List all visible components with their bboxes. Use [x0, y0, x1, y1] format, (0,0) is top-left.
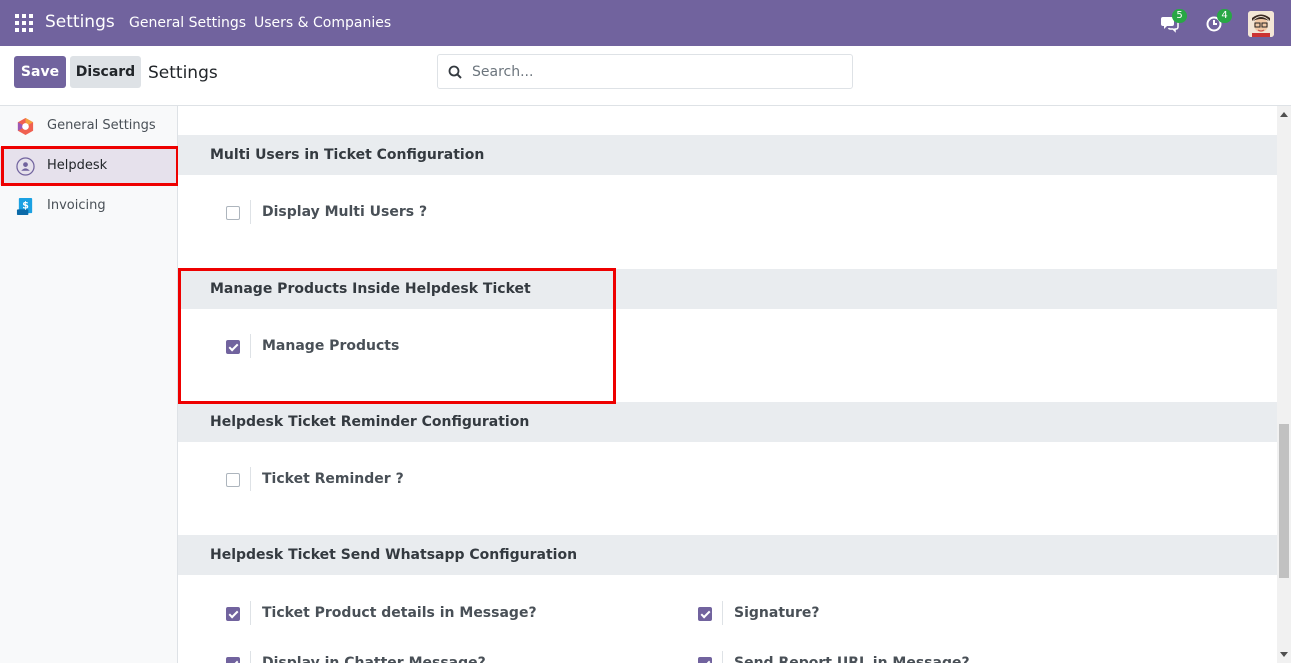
- setting-send-report-url[interactable]: Send Report URL in Message?: [698, 651, 1098, 663]
- sidebar-item-label: Invoicing: [47, 198, 106, 213]
- section-title: Manage Products Inside Helpdesk Ticket: [210, 281, 531, 297]
- setting-label: Signature?: [734, 605, 820, 621]
- setting-label: Ticket Product details in Message?: [262, 605, 537, 621]
- svg-text:$: $: [22, 200, 29, 211]
- discard-button[interactable]: Discard: [70, 56, 141, 88]
- setting-ticket-product-details[interactable]: Ticket Product details in Message?: [226, 601, 626, 628]
- section-title: Multi Users in Ticket Configuration: [210, 147, 485, 163]
- scroll-up-arrow-icon[interactable]: [1280, 112, 1288, 117]
- section-title: Helpdesk Ticket Reminder Configuration: [210, 414, 530, 430]
- divider: [250, 651, 251, 663]
- avatar-icon: [1248, 11, 1274, 37]
- section-title: Helpdesk Ticket Send Whatsapp Configurat…: [210, 547, 578, 563]
- setting-label: Ticket Reminder ?: [262, 471, 404, 487]
- divider: [250, 200, 251, 224]
- ticket-product-details-checkbox[interactable]: [226, 607, 240, 621]
- setting-label: Manage Products: [262, 338, 400, 354]
- page-title: Settings: [148, 63, 218, 83]
- odoo-logo-icon: [17, 117, 34, 136]
- scrollbar-thumb[interactable]: [1279, 424, 1289, 578]
- content-scrollbar[interactable]: [1277, 106, 1291, 663]
- settings-content: Multi Users in Ticket Configuration Disp…: [178, 106, 1277, 663]
- user-avatar[interactable]: [1248, 11, 1274, 37]
- section-header-whatsapp: Helpdesk Ticket Send Whatsapp Configurat…: [178, 535, 1277, 575]
- setting-label: Display Multi Users ?: [262, 204, 428, 220]
- setting-signature[interactable]: Signature?: [698, 601, 998, 628]
- divider: [722, 651, 723, 663]
- top-navbar: Settings General Settings Users & Compan…: [0, 0, 1291, 46]
- control-panel: Save Discard Settings: [0, 46, 1291, 106]
- sidebar-item-helpdesk[interactable]: Helpdesk: [0, 147, 178, 185]
- display-multi-users-checkbox[interactable]: [226, 206, 240, 220]
- sidebar-item-invoicing[interactable]: $ Invoicing: [0, 187, 178, 225]
- setting-label: Display in Chatter Message?: [262, 655, 486, 663]
- send-report-url-checkbox[interactable]: [698, 657, 712, 663]
- divider: [250, 334, 251, 358]
- search-input[interactable]: [472, 61, 842, 82]
- signature-checkbox[interactable]: [698, 607, 712, 621]
- app-brand[interactable]: Settings: [45, 12, 115, 32]
- divider: [250, 467, 251, 491]
- messages-button[interactable]: 5: [1160, 9, 1187, 33]
- setting-label: Send Report URL in Message?: [734, 655, 970, 663]
- setting-display-in-chatter[interactable]: Display in Chatter Message?: [226, 651, 626, 663]
- scroll-down-arrow-icon[interactable]: [1280, 652, 1288, 657]
- settings-sidebar: General Settings Helpdesk $ Invoicing: [0, 106, 178, 663]
- save-button[interactable]: Save: [14, 56, 66, 88]
- ticket-reminder-checkbox[interactable]: [226, 473, 240, 487]
- sidebar-item-label: Helpdesk: [47, 158, 108, 173]
- setting-display-multi-users[interactable]: Display Multi Users ?: [226, 200, 526, 227]
- apps-menu-icon[interactable]: [15, 14, 33, 32]
- setting-ticket-reminder[interactable]: Ticket Reminder ?: [226, 467, 526, 494]
- messages-badge: 5: [1172, 9, 1187, 23]
- sidebar-item-label: General Settings: [47, 118, 156, 133]
- invoicing-icon: $: [16, 197, 33, 216]
- search-box[interactable]: [437, 54, 853, 89]
- setting-manage-products[interactable]: Manage Products: [226, 334, 526, 361]
- display-in-chatter-checkbox[interactable]: [226, 657, 240, 663]
- menu-users-companies[interactable]: Users & Companies: [254, 15, 391, 31]
- section-header-manage-products: Manage Products Inside Helpdesk Ticket: [178, 269, 1277, 309]
- helpdesk-icon: [16, 157, 35, 176]
- activities-badge: 4: [1217, 9, 1232, 23]
- divider: [250, 601, 251, 625]
- section-header-ticket-reminder: Helpdesk Ticket Reminder Configuration: [178, 402, 1277, 442]
- search-icon: [448, 65, 462, 79]
- sidebar-item-general-settings[interactable]: General Settings: [0, 107, 178, 145]
- manage-products-checkbox[interactable]: [226, 340, 240, 354]
- activities-button[interactable]: 4: [1205, 9, 1232, 33]
- section-header-multi-users: Multi Users in Ticket Configuration: [178, 135, 1277, 175]
- menu-general-settings[interactable]: General Settings: [129, 15, 246, 31]
- divider: [722, 601, 723, 625]
